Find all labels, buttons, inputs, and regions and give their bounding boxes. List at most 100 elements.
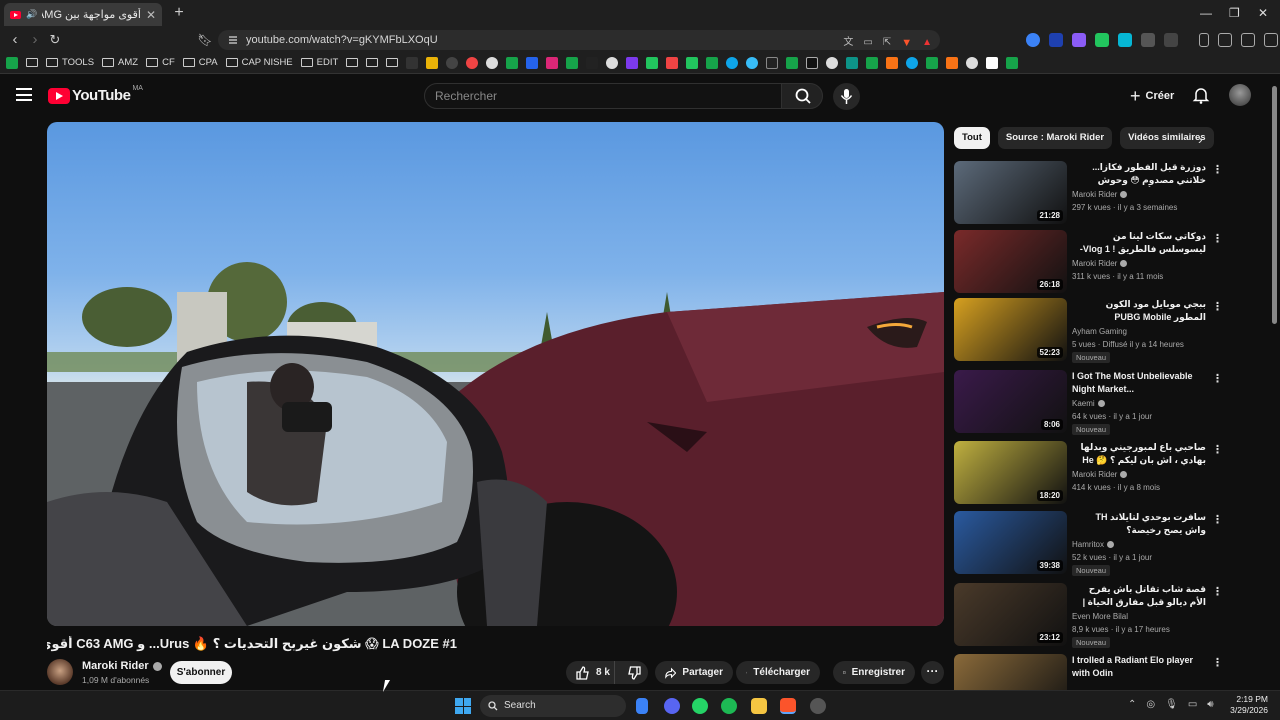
display-icon[interactable]: ▭ [1188,699,1197,710]
extension-icon[interactable] [1118,33,1132,47]
bookmark-favicon[interactable] [626,56,639,69]
puzzle-icon[interactable] [1141,33,1155,47]
recommendation-channel[interactable]: Hamritox [1072,540,1115,549]
video-thumbnail[interactable]: 21:28 [954,161,1067,224]
bookmark-favicon[interactable] [806,56,819,69]
brave-shield-icon[interactable]: ▼ [901,33,912,53]
bookmark-favicon[interactable] [826,56,839,69]
recommendation-item[interactable]: 39:38 سافرت بوحدي لتايلاند TH واش يصح رخي… [954,511,1234,576]
bookmark-favicon[interactable] [606,56,619,69]
more-options-icon[interactable]: ⋮ [1212,443,1223,457]
extension-icon[interactable] [1072,33,1086,47]
bookmark-favicon[interactable] [966,56,979,69]
bookmark-favicon[interactable] [526,56,539,69]
folder-icon[interactable] [26,58,38,67]
page-scrollbar[interactable] [1272,86,1277,324]
bookmark-favicon[interactable] [466,56,479,69]
bookmark-favicon[interactable] [546,56,559,69]
recommendation-title[interactable]: دوزرة قبل الفطور فكازا... خلاتني مصدوم 😳… [1072,161,1206,187]
site-settings-icon[interactable] [228,34,238,46]
dislike-button[interactable] [621,665,648,680]
recommendation-item[interactable]: 18:20 صاحبي باع لمبورجيني وبدلها بهادي ، … [954,441,1234,505]
bookmark-favicon[interactable] [946,56,959,69]
recommendation-channel[interactable]: Maroki Rider [1072,190,1128,199]
brave-browser-icon[interactable] [780,698,796,714]
bookmark-favicon[interactable] [646,56,659,69]
more-options-icon[interactable]: ⋮ [1212,163,1223,177]
search-input[interactable]: Rechercher [424,83,782,109]
close-window-icon[interactable]: ✕ [1258,6,1268,20]
more-options-icon[interactable]: ⋮ [1212,513,1223,527]
restore-icon[interactable]: ❐ [1229,6,1240,20]
video-thumbnail[interactable]: 23:12 [954,583,1067,646]
bookmark-favicon[interactable] [786,56,799,69]
save-button[interactable]: Enregistrer [833,661,915,684]
recommendation-item[interactable]: 23:12 قصة شاب تقاتل باش يفرح الأم ديالو ق… [954,583,1234,648]
bookmark-favicon[interactable] [6,56,18,69]
bookmark-favicon[interactable] [886,56,899,69]
more-options-icon[interactable]: ⋮ [1212,372,1223,386]
recommendation-title[interactable]: سافرت بوحدي لتايلاند TH واش يصح رخيصة؟ [1072,511,1206,536]
bookmark-folder[interactable]: CPA [182,57,218,68]
notepad-icon[interactable] [636,698,648,714]
video-thumbnail[interactable]: 52:23 [954,298,1067,361]
like-button[interactable]: 8 k [566,661,615,684]
search-button[interactable] [781,83,823,109]
bookmark-favicon[interactable] [446,56,459,69]
bookmark-favicon[interactable] [486,56,499,69]
video-thumbnail[interactable]: 26:18 [954,230,1067,293]
url-field[interactable]: youtube.com/watch?v=gKYMFbLXOqU 文 ▭ ⇱ ▼ … [218,30,940,50]
bookmark-favicon[interactable] [426,56,439,69]
chevron-up-icon[interactable]: ⌃ [1128,699,1136,710]
chip-source[interactable]: Source : Maroki Rider [997,127,1113,149]
screenshot-icon[interactable] [1164,33,1178,47]
folder-icon[interactable] [346,58,359,67]
whatsapp-icon[interactable] [692,698,708,714]
close-tab-icon[interactable]: ✕ [146,8,156,22]
leo-ai-icon[interactable] [1264,33,1278,47]
recommendation-item[interactable]: 8:06 I Got The Most Unbelievable Night Ma… [954,370,1234,435]
app-icon[interactable] [810,698,826,714]
volume-icon[interactable]: 🔊︎ [1207,699,1213,710]
more-options-icon[interactable]: ⋮ [1212,585,1223,599]
translate-icon[interactable]: 文 [843,33,853,53]
recommendation-channel[interactable]: Even More Bilal [1072,612,1128,621]
recommendation-channel[interactable]: Ayham Gaming [1072,327,1127,336]
recommendation-item[interactable]: 21:28 دوزرة قبل الفطور فكازا... خلاتني مص… [954,161,1234,225]
forward-icon[interactable]: › [26,31,44,49]
folder-icon[interactable] [366,58,379,67]
guide-menu-icon[interactable] [16,88,32,101]
back-icon[interactable]: ‹ [6,31,24,49]
bookmark-favicon[interactable] [586,56,599,69]
windows-start-icon[interactable] [455,698,471,714]
video-thumbnail[interactable]: 39:38 [954,511,1067,574]
folder-icon[interactable] [386,58,399,67]
extension-icon[interactable] [1026,33,1040,47]
more-options-icon[interactable]: ⋮ [1212,656,1223,670]
video-player[interactable] [47,122,944,626]
bookmark-favicon[interactable] [706,56,719,69]
bookmark-favicon[interactable] [1006,56,1019,69]
sidebar-icon[interactable] [1218,33,1232,47]
channel-name-link[interactable]: Maroki Rider [82,660,162,672]
chip-all[interactable]: Tout [954,127,990,149]
recommendation-title[interactable]: قصة شاب تقاتل باش يفرح الأم ديالو قبل مف… [1072,583,1206,609]
spotify-icon[interactable] [721,698,737,714]
reload-icon[interactable]: ↻ [46,31,64,49]
more-options-icon[interactable]: ⋮ [1212,300,1223,314]
bookmark-favicon[interactable] [866,56,879,69]
discord-icon[interactable] [664,698,680,714]
subscribe-button[interactable]: S'abonner [170,661,232,684]
bookmark-favicon[interactable] [906,56,919,69]
more-options-icon[interactable]: ⋮ [1212,232,1223,246]
recommendation-channel[interactable]: Maroki Rider [1072,470,1128,479]
bookmark-favicon[interactable] [506,56,519,69]
bookmark-favicon[interactable] [666,56,679,69]
share-page-icon[interactable]: ⇱ [883,33,891,53]
bookmark-folder[interactable]: CF [146,57,175,68]
recommendation-item[interactable]: 26:18 دوكاتي سكات لينا من ليسوسلس فالطريق… [954,230,1234,294]
bookmark-icon[interactable]: 🔖︎ [196,31,214,49]
bookmark-folder[interactable]: TOOLS [46,57,94,68]
bookmark-favicon[interactable] [926,56,939,69]
bookmark-favicon[interactable] [566,56,579,69]
